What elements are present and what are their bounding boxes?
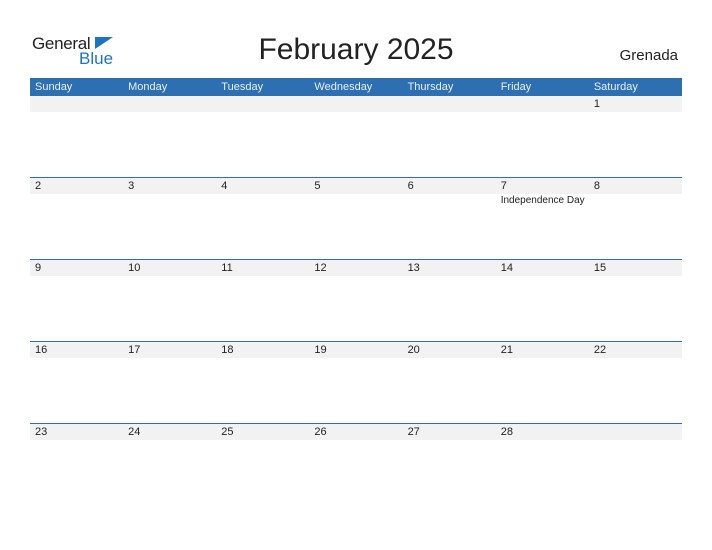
weekday-thursday: Thursday: [407, 81, 454, 93]
day-number: 15: [593, 262, 607, 274]
holiday-label: [589, 440, 682, 441]
holiday-label: [216, 440, 309, 441]
holiday-label: [403, 112, 496, 113]
calendar-grid: Sunday Monday Tuesday Wednesday Thursday…: [30, 78, 682, 505]
holiday-label: [403, 358, 496, 359]
holiday-label: [216, 358, 309, 359]
day-number: 23: [35, 426, 48, 438]
holiday-label: [30, 440, 123, 441]
holiday-label: [309, 440, 402, 441]
holiday-label: [30, 276, 123, 277]
day-number: [589, 424, 682, 440]
calendar-week: 23 24 25 26 27 28: [30, 423, 682, 505]
country-label: Grenada: [619, 47, 678, 64]
event-row: Independence Day: [30, 194, 682, 206]
weekday-monday: Monday: [128, 81, 168, 93]
holiday-label: [309, 276, 402, 277]
holiday-label: [403, 276, 496, 277]
holiday-label: [309, 358, 402, 359]
event-row: [30, 112, 682, 113]
day-number: 21: [500, 344, 513, 356]
day-number: [216, 96, 309, 112]
day-number: 22: [593, 344, 607, 356]
day-number: 4: [221, 180, 228, 192]
date-row: 9 10 11 12 13 14 15: [30, 260, 682, 276]
holiday-label: [309, 112, 402, 113]
holiday-label: [30, 194, 123, 206]
calendar-week: 2 3 4 5 6 7 8 Independence Day: [30, 177, 682, 259]
day-number: 27: [407, 426, 420, 438]
day-number: [309, 96, 402, 112]
holiday-label: [496, 112, 589, 113]
day-number: 16: [35, 344, 48, 356]
day-number: 12: [314, 262, 327, 274]
day-number: 24: [128, 426, 141, 438]
day-number: 1: [593, 98, 600, 110]
holiday-label: [589, 112, 682, 113]
holiday-label: [216, 194, 309, 206]
holiday-label: Independence Day: [500, 195, 585, 206]
holiday-label: [123, 440, 216, 441]
day-number: 11: [221, 262, 233, 274]
day-number: 3: [128, 180, 135, 192]
calendar-week: 9 10 11 12 13 14 15: [30, 259, 682, 341]
page-title: February 2025: [258, 33, 454, 66]
weekday-tuesday: Tuesday: [221, 81, 264, 93]
holiday-label: [589, 194, 682, 206]
day-number: [123, 96, 216, 112]
weekday-friday: Friday: [500, 81, 532, 93]
day-number: [403, 96, 496, 112]
day-number: 18: [221, 344, 234, 356]
holiday-label: [30, 112, 123, 113]
holiday-label: [403, 194, 496, 206]
day-number: 25: [221, 426, 234, 438]
day-number: [496, 96, 589, 112]
date-row: 1: [30, 96, 682, 112]
date-row: 23 24 25 26 27 28: [30, 424, 682, 440]
weekday-header: Sunday Monday Tuesday Wednesday Thursday…: [30, 78, 682, 96]
holiday-label: [123, 112, 216, 113]
event-row: [30, 276, 682, 277]
holiday-label: [216, 276, 309, 277]
holiday-label: [589, 358, 682, 359]
day-number: 10: [128, 262, 141, 274]
holiday-label: [496, 358, 589, 359]
holiday-label: [123, 194, 216, 206]
event-row: [30, 358, 682, 359]
holiday-label: [589, 276, 682, 277]
calendar-week: 1: [30, 96, 682, 177]
holiday-label: [496, 276, 589, 277]
date-row: 2 3 4 5 6 7 8: [30, 178, 682, 194]
day-number: 2: [35, 180, 42, 192]
weekday-wednesday: Wednesday: [314, 81, 373, 93]
holiday-label: [30, 358, 123, 359]
holiday-label: [216, 112, 309, 113]
day-number: 13: [407, 262, 420, 274]
day-number: 28: [500, 426, 513, 438]
day-number: 20: [407, 344, 420, 356]
date-row: 16 17 18 19 20 21 22: [30, 342, 682, 358]
holiday-label: [309, 194, 402, 206]
day-number: 5: [314, 180, 321, 192]
holiday-label: [123, 276, 216, 277]
weekday-sunday: Sunday: [35, 81, 73, 93]
holiday-label: [403, 440, 496, 441]
day-number: [30, 96, 123, 112]
day-number: 7: [500, 180, 507, 192]
weekday-saturday: Saturday: [593, 81, 638, 93]
day-number: 26: [314, 426, 327, 438]
calendar-week: 16 17 18 19 20 21 22: [30, 341, 682, 423]
day-number: 14: [500, 262, 513, 274]
holiday-label: [496, 440, 589, 441]
day-number: 9: [35, 262, 42, 274]
day-number: 17: [128, 344, 141, 356]
event-row: [30, 440, 682, 441]
day-number: 6: [407, 180, 414, 192]
holiday-label: [123, 358, 216, 359]
day-number: 8: [593, 180, 600, 192]
day-number: 19: [314, 344, 327, 356]
